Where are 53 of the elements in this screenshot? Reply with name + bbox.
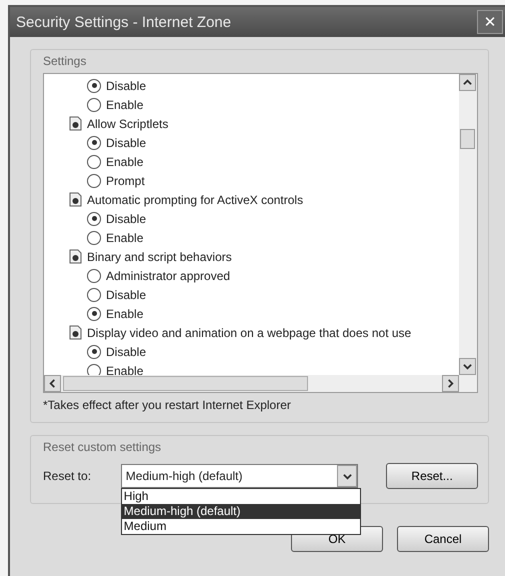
radio-button[interactable] bbox=[87, 364, 101, 375]
setting-title: Allow Scriptlets bbox=[87, 116, 168, 130]
radio-button[interactable] bbox=[87, 306, 101, 320]
option-label: Enable bbox=[106, 230, 144, 244]
option-label: Enable bbox=[106, 154, 144, 168]
vertical-scrollbar[interactable] bbox=[459, 74, 477, 375]
document-icon bbox=[69, 116, 82, 131]
radio-button[interactable] bbox=[87, 154, 101, 168]
option-label: Enable bbox=[106, 306, 144, 320]
option-label: Administrator approved bbox=[106, 268, 230, 282]
scrollbar-corner bbox=[459, 375, 477, 392]
option-label: Prompt bbox=[106, 174, 145, 188]
scroll-down-button[interactable] bbox=[459, 358, 476, 375]
window-title: Security Settings - Internet Zone bbox=[16, 14, 232, 30]
option-label: Disable bbox=[106, 78, 146, 92]
field-label: Reset to: bbox=[43, 469, 92, 483]
option-label: Disable bbox=[106, 212, 146, 226]
cancel-button[interactable]: Cancel bbox=[397, 526, 489, 552]
option-label: Enable bbox=[106, 364, 144, 375]
group-label: Settings bbox=[43, 54, 86, 68]
close-button[interactable]: ✕ bbox=[477, 10, 503, 34]
radio-button[interactable] bbox=[87, 98, 101, 112]
horizontal-scrollbar[interactable] bbox=[44, 375, 459, 392]
scroll-right-button[interactable] bbox=[442, 375, 459, 392]
document-icon bbox=[69, 192, 82, 207]
dropdown-button[interactable] bbox=[337, 465, 358, 487]
radio-button[interactable] bbox=[87, 174, 101, 188]
scroll-thumb[interactable] bbox=[63, 376, 308, 391]
document-icon bbox=[69, 325, 82, 340]
radio-button[interactable] bbox=[87, 78, 101, 92]
option-label: Disable bbox=[106, 136, 146, 150]
radio-button[interactable] bbox=[87, 212, 101, 226]
dropdown-value: Medium-high (default) bbox=[126, 469, 243, 483]
reset-button[interactable]: Reset... bbox=[386, 463, 478, 489]
scroll-up-button[interactable] bbox=[459, 74, 476, 91]
radio-button[interactable] bbox=[87, 136, 101, 150]
setting-title: Display video and animation on a webpage that does not use bbox=[87, 326, 412, 340]
dropdown-option[interactable]: Medium-high (default) bbox=[122, 504, 360, 519]
radio-button[interactable] bbox=[87, 288, 101, 302]
setting-title: Binary and script behaviors bbox=[87, 250, 232, 264]
restart-note: *Takes effect after you restart Internet Explorer bbox=[43, 398, 292, 412]
option-label: Disable bbox=[106, 344, 146, 358]
option-label: Enable bbox=[106, 98, 144, 112]
radio-button[interactable] bbox=[87, 268, 101, 282]
radio-button[interactable] bbox=[87, 230, 101, 244]
option-label: Disable bbox=[106, 288, 146, 302]
setting-title: Automatic prompting for ActiveX controls bbox=[87, 192, 304, 206]
group-label: Reset custom settings bbox=[43, 440, 162, 454]
scroll-left-button[interactable] bbox=[44, 375, 61, 392]
radio-button[interactable] bbox=[87, 344, 101, 358]
document-icon bbox=[69, 249, 82, 264]
caret-icon bbox=[342, 472, 352, 480]
scroll-thumb[interactable] bbox=[460, 129, 475, 149]
